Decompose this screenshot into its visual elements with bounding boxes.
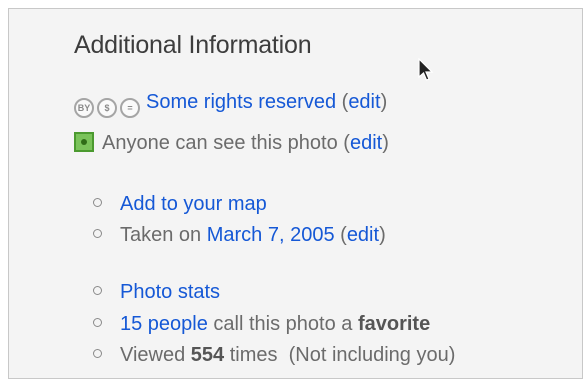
cc-nd-icon: = <box>120 98 140 118</box>
bullet-icon <box>93 318 102 327</box>
cc-license-icons: BY $ = <box>74 98 140 118</box>
taken-close: ) <box>379 224 386 246</box>
viewed-prefix: Viewed <box>120 344 191 366</box>
favorites-mid: call this photo a <box>207 313 358 335</box>
taken-edit-link[interactable]: edit <box>347 224 379 246</box>
bullet-icon <box>93 198 102 207</box>
privacy-row: Anyone can see this photo (edit) <box>74 132 389 155</box>
list-item: Viewed 554 times (Not including you) <box>93 344 455 367</box>
mouse-cursor-icon <box>418 58 434 81</box>
cc-nc-icon: $ <box>97 98 117 118</box>
favorites-word: favorite <box>357 313 431 335</box>
bullet-icon <box>93 229 102 238</box>
cc-by-icon: BY <box>74 98 94 118</box>
viewed-count: 554 <box>190 344 225 366</box>
add-to-map-link[interactable]: Add to your map <box>120 193 267 215</box>
viewed-suffix: times (Not including you) <box>224 344 456 366</box>
list-item: Add to your map <box>93 193 267 216</box>
privacy-text: Anyone can see this photo ( <box>102 132 350 154</box>
license-edit-link[interactable]: edit <box>348 91 380 113</box>
privacy-edit-link[interactable]: edit <box>350 132 382 154</box>
section-title: Additional Information <box>74 31 312 59</box>
taken-open: ( <box>334 224 347 246</box>
list-item: Taken on March 7, 2005 (edit) <box>93 224 386 247</box>
favorites-count-link[interactable]: 15 people <box>120 313 208 335</box>
license-row: BY $ = Some rights reserved (edit) <box>74 91 387 118</box>
privacy-public-icon <box>74 132 94 152</box>
photo-stats-link[interactable]: Photo stats <box>120 281 220 303</box>
taken-date-link[interactable]: March 7, 2005 <box>207 224 335 246</box>
list-item: Photo stats <box>93 281 220 304</box>
list-item: 15 people call this photo a favorite <box>93 313 430 336</box>
license-link[interactable]: Some rights reserved <box>146 91 336 113</box>
license-edit-close: ) <box>380 91 388 113</box>
privacy-close: ) <box>382 132 389 154</box>
bullet-icon <box>93 349 102 358</box>
bullet-icon <box>93 286 102 295</box>
taken-prefix: Taken on <box>120 224 207 246</box>
